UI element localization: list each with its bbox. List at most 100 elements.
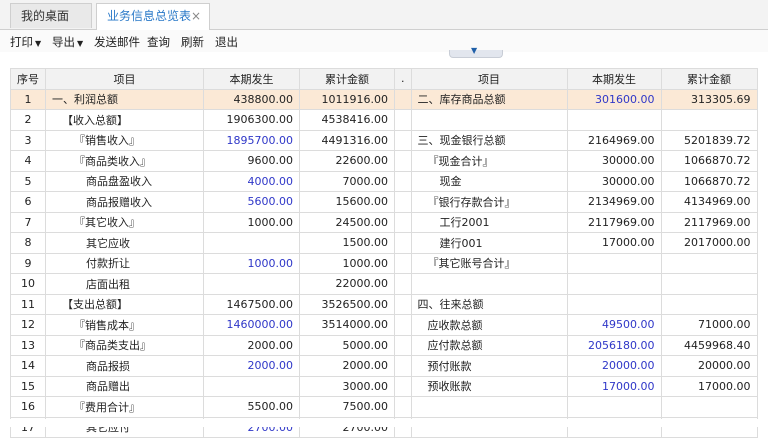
left-period-cell: 1000.00 (203, 211, 300, 233)
left-item-cell: 商品报损 (45, 355, 204, 377)
right-item-cell: 『其它账号合计』 (410, 252, 568, 274)
table-row[interactable]: 11 【支出总额】 1467500.00 3526500.00 四、往来总额 (10, 293, 758, 315)
right-period-cell: 17000.00 (566, 375, 662, 397)
left-total-cell: 1011916.00 (299, 88, 395, 110)
separator-cell (394, 314, 412, 336)
table-row[interactable]: 8 其它应收 1500.00 建行001 17000.00 2017000.00 (10, 232, 758, 254)
right-total-cell: 4134969.00 (660, 191, 758, 213)
tab-business-overview-label: 业务信息总览表 (107, 9, 192, 23)
left-period-cell (203, 375, 300, 397)
overview-table: 序号 项目 本期发生 累计金额 . 项目 本期发生 累计金额 1 一、利润总额 43… (10, 68, 758, 438)
left-period-cell (203, 232, 300, 254)
right-total-cell: 5201839.72 (660, 129, 758, 151)
left-period-cell: 2000.00 (203, 355, 300, 377)
right-period-cell: 49500.00 (566, 314, 662, 336)
col-header-index: 序号 (10, 68, 46, 90)
right-item-cell (410, 273, 568, 295)
right-total-cell: 2117969.00 (660, 211, 758, 233)
right-period-cell (566, 396, 662, 418)
left-item-cell: 一、利润总额 (45, 88, 204, 110)
right-item-cell: 建行001 (410, 232, 568, 254)
table-row[interactable]: 2 【收入总额】 1906300.00 4538416.00 (10, 109, 758, 131)
left-total-cell: 22600.00 (299, 150, 395, 172)
table-row[interactable]: 7 『其它收入』 1000.00 24500.00 工行2001 2117969.00 21… (10, 211, 758, 233)
right-period-cell: 2134969.00 (566, 191, 662, 213)
table-row[interactable]: 9 付款折让 1000.00 1000.00 『其它账号合计』 (10, 252, 758, 274)
table-row[interactable]: 10 店面出租 22000.00 (10, 273, 758, 295)
refresh-button[interactable]: 刷新 (181, 34, 204, 50)
right-item-cell: 『银行存款合计』 (410, 191, 568, 213)
left-period-cell: 1460000.00 (203, 314, 300, 336)
right-period-cell (566, 293, 662, 315)
right-item-cell: 二、库存商品总额 (410, 88, 568, 110)
query-button[interactable]: 查询 (147, 34, 170, 50)
send-email-button[interactable]: 发送邮件 (94, 34, 140, 50)
table-row[interactable]: 6 商品报赠收入 5600.00 15600.00 『银行存款合计』 2134969.00… (10, 191, 758, 213)
left-item-cell: 『商品类支出』 (45, 334, 204, 356)
left-item-cell: 『其它收入』 (45, 211, 204, 233)
print-label: 打印 (10, 35, 33, 49)
right-item-cell: 现金 (410, 170, 568, 192)
left-period-cell: 9600.00 (203, 150, 300, 172)
export-menu[interactable]: 导出 ▼ (52, 34, 83, 50)
right-item-cell: 工行2001 (410, 211, 568, 233)
right-item-cell: 『现金合计』 (410, 150, 568, 172)
right-item-cell: 预收账款 (410, 375, 568, 397)
right-total-cell: 1066870.72 (660, 150, 758, 172)
caret-down-icon: ▼ (77, 39, 84, 48)
left-period-cell (203, 273, 300, 295)
right-total-cell: 313305.69 (660, 88, 758, 110)
left-total-cell: 4491316.00 (299, 129, 395, 151)
left-item-cell: 【支出总额】 (45, 293, 204, 315)
left-total-cell: 5000.00 (299, 334, 395, 356)
table-row[interactable]: 1 一、利润总额 438800.00 1011916.00 二、库存商品总额 301600… (10, 88, 758, 110)
table-row[interactable]: 5 商品盘盈收入 4000.00 7000.00 现金 30000.00 1066870.7… (10, 170, 758, 192)
table-row[interactable]: 4 『商品类收入』 9600.00 22600.00 『现金合计』 30000.00 106… (10, 150, 758, 172)
row-index-cell: 6 (10, 191, 46, 213)
table-row[interactable]: 15 商品赠出 3000.00 预收账款 17000.00 17000.00 (10, 375, 758, 397)
print-menu[interactable]: 打印 ▼ (10, 34, 41, 50)
table-row[interactable]: 3 『销售收入』 1895700.00 4491316.00 三、现金银行总额 21649… (10, 129, 758, 151)
left-total-cell: 7500.00 (299, 396, 395, 418)
table-row[interactable]: 13 『商品类支出』 2000.00 5000.00 应付款总额 2056180.00 44… (10, 334, 758, 356)
table-row[interactable]: 14 商品报损 2000.00 2000.00 预付账款 20000.00 20000.00 (10, 355, 758, 377)
table-row[interactable]: 16 『费用合计』 5500.00 7500.00 (10, 396, 758, 418)
table-row[interactable]: 12 『销售成本』 1460000.00 3514000.00 应收款总额 49500.0… (10, 314, 758, 336)
col-header-separator: . (394, 68, 412, 90)
row-index-cell: 13 (10, 334, 46, 356)
right-total-cell (660, 252, 758, 274)
left-total-cell: 1500.00 (299, 232, 395, 254)
row-index-cell: 8 (10, 232, 46, 254)
tab-bar: 我的桌面 业务信息总览表 × (0, 0, 768, 30)
right-period-cell: 17000.00 (566, 232, 662, 254)
right-item-cell: 预付账款 (410, 355, 568, 377)
left-total-cell: 7000.00 (299, 170, 395, 192)
tab-desktop[interactable]: 我的桌面 (10, 3, 92, 28)
right-total-cell (660, 396, 758, 418)
left-total-cell: 24500.00 (299, 211, 395, 233)
separator-cell (394, 375, 412, 397)
row-index-cell: 9 (10, 252, 46, 274)
right-period-cell: 2056180.00 (566, 334, 662, 356)
separator-cell (394, 211, 412, 233)
left-total-cell: 2000.00 (299, 355, 395, 377)
left-period-cell: 5600.00 (203, 191, 300, 213)
col-header-item: 项目 (45, 68, 204, 90)
right-total-cell: 4459968.40 (660, 334, 758, 356)
collapse-handle[interactable]: ▼ (449, 46, 503, 58)
row-index-cell: 3 (10, 129, 46, 151)
close-icon[interactable]: × (191, 4, 201, 29)
col-header-total-right: 累计金额 (660, 68, 758, 90)
exit-button[interactable]: 退出 (215, 34, 238, 50)
right-period-cell: 30000.00 (566, 150, 662, 172)
left-item-cell: 其它应收 (45, 232, 204, 254)
right-item-cell: 应付款总额 (410, 334, 568, 356)
row-index-cell: 4 (10, 150, 46, 172)
left-period-cell: 5500.00 (203, 396, 300, 418)
tab-business-overview[interactable]: 业务信息总览表 × (96, 3, 210, 30)
right-item-cell: 四、往来总额 (410, 293, 568, 315)
viewport-bottom-edge (0, 419, 768, 427)
row-index-cell: 11 (10, 293, 46, 315)
right-period-cell (566, 273, 662, 295)
separator-cell (394, 293, 412, 315)
